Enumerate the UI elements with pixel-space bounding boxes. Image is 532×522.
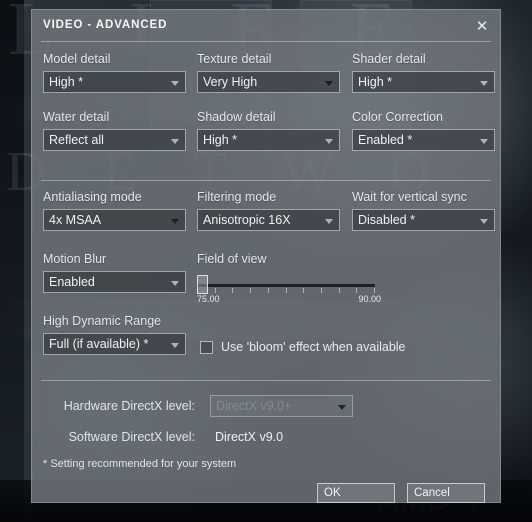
dropdown-texture-detail[interactable]: Very High bbox=[197, 71, 340, 93]
slider-tick bbox=[250, 288, 251, 293]
dialog-titlebar: VIDEO - ADVANCED ✕ bbox=[32, 10, 500, 40]
chevron-down-icon bbox=[480, 139, 488, 144]
dropdown-shader-detail[interactable]: High * bbox=[352, 71, 495, 93]
slider-tick bbox=[286, 288, 287, 293]
slider-handle[interactable] bbox=[197, 275, 208, 294]
slider-tick bbox=[232, 288, 233, 293]
value-high-dynamic-range: Full (if available) * bbox=[49, 337, 149, 351]
slider-field-of-view[interactable]: 75.00 90.00 bbox=[197, 271, 381, 305]
dropdown-color-correction[interactable]: Enabled * bbox=[352, 129, 495, 151]
recommended-setting-footnote: * Setting recommended for your system bbox=[43, 458, 237, 470]
slider-tick bbox=[374, 288, 375, 293]
group-divider-1 bbox=[41, 180, 491, 181]
chevron-down-icon bbox=[171, 219, 179, 224]
value-hardware-directx: DirectX v9.0+ bbox=[216, 399, 292, 413]
field-texture-detail: Texture detail Very High bbox=[197, 52, 340, 93]
chevron-down-icon bbox=[171, 81, 179, 86]
dropdown-filtering-mode[interactable]: Anisotropic 16X bbox=[197, 209, 340, 231]
close-icon[interactable]: ✕ bbox=[472, 16, 492, 36]
label-color-correction: Color Correction bbox=[352, 110, 444, 124]
value-model-detail: High * bbox=[49, 75, 84, 89]
dropdown-motion-blur[interactable]: Enabled bbox=[43, 271, 186, 293]
slider-max-label: 90.00 bbox=[358, 294, 381, 304]
label-model-detail: Model detail bbox=[43, 52, 111, 66]
label-high-dynamic-range: High Dynamic Range bbox=[43, 314, 162, 328]
field-high-dynamic-range: High Dynamic Range Full (if available) * bbox=[43, 314, 186, 355]
label-texture-detail: Texture detail bbox=[197, 52, 272, 66]
chevron-down-icon bbox=[338, 405, 346, 410]
chevron-down-icon bbox=[480, 219, 488, 224]
dropdown-model-detail[interactable]: High * bbox=[43, 71, 186, 93]
field-field-of-view: Field of view 75.00 90.00 bbox=[197, 252, 381, 305]
label-field-of-view: Field of view bbox=[197, 252, 267, 266]
slider-tick bbox=[339, 288, 340, 293]
value-shadow-detail: High * bbox=[203, 133, 238, 147]
field-vertical-sync: Wait for vertical sync Disabled * bbox=[352, 190, 495, 231]
label-shadow-detail: Shadow detail bbox=[197, 110, 276, 124]
field-water-detail: Water detail Reflect all bbox=[43, 110, 186, 151]
screen: L I F E D E T W O AMD VIDEO - ADVANCED ✕… bbox=[0, 0, 532, 522]
chevron-down-icon bbox=[325, 139, 333, 144]
field-filtering-mode: Filtering mode Anisotropic 16X bbox=[197, 190, 340, 231]
label-filtering-mode: Filtering mode bbox=[197, 190, 277, 204]
video-advanced-dialog: VIDEO - ADVANCED ✕ Model detail High * T… bbox=[31, 9, 501, 503]
label-hardware-directx: Hardware DirectX level: bbox=[63, 399, 195, 413]
chevron-down-icon bbox=[325, 81, 333, 86]
chevron-down-icon bbox=[480, 81, 488, 86]
label-antialiasing-mode: Antialiasing mode bbox=[43, 190, 142, 204]
field-motion-blur: Motion Blur Enabled bbox=[43, 252, 186, 293]
field-shader-detail: Shader detail High * bbox=[352, 52, 495, 93]
label-vertical-sync: Wait for vertical sync bbox=[352, 190, 467, 204]
slider-min-label: 75.00 bbox=[197, 294, 220, 304]
checkbox-bloom-label: Use 'bloom' effect when available bbox=[221, 340, 406, 354]
dropdown-vertical-sync[interactable]: Disabled * bbox=[352, 209, 495, 231]
chevron-down-icon bbox=[171, 343, 179, 348]
label-motion-blur: Motion Blur bbox=[43, 252, 107, 266]
slider-tick bbox=[321, 288, 322, 293]
group-divider-2 bbox=[41, 380, 491, 381]
ok-button[interactable]: OK bbox=[317, 483, 395, 503]
label-software-directx: Software DirectX level: bbox=[68, 430, 195, 444]
field-antialiasing-mode: Antialiasing mode 4x MSAA bbox=[43, 190, 186, 231]
title-divider bbox=[41, 41, 491, 42]
slider-track[interactable] bbox=[197, 284, 375, 287]
value-antialiasing-mode: 4x MSAA bbox=[49, 213, 102, 227]
chevron-down-icon bbox=[171, 281, 179, 286]
slider-tick bbox=[303, 288, 304, 293]
label-shader-detail: Shader detail bbox=[352, 52, 426, 66]
value-motion-blur: Enabled bbox=[49, 275, 95, 289]
row-hardware-directx: Hardware DirectX level: DirectX v9.0+ bbox=[43, 395, 353, 417]
slider-ticks bbox=[197, 288, 375, 293]
slider-tick bbox=[215, 288, 216, 293]
slider-tick bbox=[268, 288, 269, 293]
row-software-directx: Software DirectX level: DirectX v9.0 bbox=[43, 430, 284, 444]
value-filtering-mode: Anisotropic 16X bbox=[203, 213, 291, 227]
value-color-correction: Enabled * bbox=[358, 133, 413, 147]
dropdown-hardware-directx[interactable]: DirectX v9.0+ bbox=[210, 395, 353, 417]
chevron-down-icon bbox=[171, 139, 179, 144]
value-software-directx: DirectX v9.0 bbox=[215, 430, 284, 444]
dropdown-water-detail[interactable]: Reflect all bbox=[43, 129, 186, 151]
value-shader-detail: High * bbox=[358, 75, 393, 89]
slider-tick bbox=[356, 288, 357, 293]
chevron-down-icon bbox=[325, 219, 333, 224]
dialog-title: VIDEO - ADVANCED bbox=[43, 19, 168, 31]
dropdown-antialiasing-mode[interactable]: 4x MSAA bbox=[43, 209, 186, 231]
dropdown-shadow-detail[interactable]: High * bbox=[197, 129, 340, 151]
field-color-correction: Color Correction Enabled * bbox=[352, 110, 495, 151]
checkbox-bloom-effect[interactable]: Use 'bloom' effect when available bbox=[200, 340, 406, 354]
field-model-detail: Model detail High * bbox=[43, 52, 186, 93]
field-shadow-detail: Shadow detail High * bbox=[197, 110, 340, 151]
checkbox-bloom-box[interactable] bbox=[200, 340, 213, 354]
value-water-detail: Reflect all bbox=[49, 133, 104, 147]
cancel-button[interactable]: Cancel bbox=[407, 483, 485, 503]
dropdown-high-dynamic-range[interactable]: Full (if available) * bbox=[43, 333, 186, 355]
label-water-detail: Water detail bbox=[43, 110, 110, 124]
value-texture-detail: Very High bbox=[203, 75, 258, 89]
background-left-bar bbox=[0, 0, 24, 522]
value-vertical-sync: Disabled * bbox=[358, 213, 415, 227]
